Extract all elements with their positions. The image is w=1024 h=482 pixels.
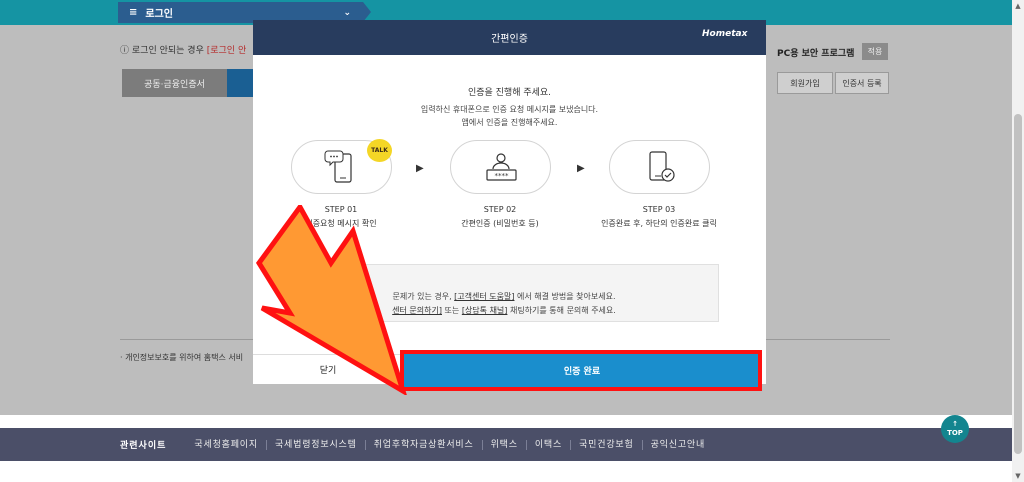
password-person-icon: **** <box>486 153 517 181</box>
menu-pill-tip <box>363 2 371 22</box>
step-arrow-icon: ▶ <box>416 163 424 174</box>
step-03-icon-box <box>609 140 710 194</box>
annotation-arrow-icon <box>255 205 407 395</box>
notice-text: 에서 해결 방법을 찾아보세요. <box>517 292 616 301</box>
phone-check-icon <box>649 151 675 182</box>
customer-center-help-link[interactable]: [고객센터 도움말] <box>454 292 514 301</box>
footer-link[interactable]: 취업후학자금상환서비스 <box>364 439 482 450</box>
pc-security-label: PC용 보안 프로그램 <box>777 49 855 59</box>
top-button-label: TOP <box>947 429 963 437</box>
scroll-up-arrow-icon[interactable]: ▲ <box>1012 0 1024 12</box>
footer-link[interactable]: 위택스 <box>481 439 526 450</box>
related-sites-footer: 관련사이트 국세청홈페이지 국세법령정보시스템 취업후학자금상환서비스 위택스 … <box>0 428 1012 461</box>
scrollbar-thumb[interactable] <box>1014 114 1022 454</box>
chevron-down-icon: ⌄ <box>343 7 351 18</box>
tab-certificate[interactable]: 공동·금융인증서 <box>122 69 227 97</box>
pc-security-apply-button[interactable]: 적용 <box>862 43 888 60</box>
svg-text:****: **** <box>495 172 510 180</box>
page-bottom <box>0 461 1012 482</box>
footer-link[interactable]: 국세법령정보시스템 <box>265 439 365 450</box>
privacy-notice: · 개인정보보호를 위하여 홈택스 서비 <box>120 353 244 362</box>
step-number: STEP 03 <box>642 205 676 214</box>
footer-link[interactable]: 이택스 <box>525 439 570 450</box>
footer-link[interactable]: 국세청홈페이지 <box>194 440 266 450</box>
step-description: 인증완료 후, 하단의 인증완료 클릭 <box>601 219 717 228</box>
scroll-top-button[interactable]: ↑ TOP <box>941 415 969 443</box>
register-certificate-button[interactable]: 인증서 등록 <box>835 72 889 94</box>
step-03-label: STEP 03 인증완료 후, 하단의 인증완료 클릭 <box>559 203 759 231</box>
arrow-up-icon: ↑ <box>952 420 958 428</box>
modal-title: 간편인증 <box>491 34 528 45</box>
footer-title: 관련사이트 <box>120 441 167 451</box>
tab-simple-auth[interactable] <box>227 69 253 97</box>
menu-label: 로그인 <box>145 9 173 20</box>
login-help-link[interactable]: [로그인 안 <box>207 46 247 56</box>
login-help-label: 로그인 안되는 경우 <box>131 46 204 56</box>
modal-heading: 인증을 진행해 주세요. <box>467 88 552 98</box>
highlight-box <box>400 350 762 391</box>
step-arrow-icon: ▶ <box>577 163 585 174</box>
modal-header: 간편인증 <box>253 20 766 55</box>
modal-subtext-line: 입력하신 휴대폰으로 인증 요청 메시지를 보냈습니다. <box>420 105 599 114</box>
chat-channel-link[interactable]: [상담톡 채널] <box>462 306 508 315</box>
kakaotalk-badge: TALK <box>367 139 392 162</box>
hometax-logo: Hometax <box>702 29 748 39</box>
modal-subtext: 입력하신 휴대폰으로 인증 요청 메시지를 보냈습니다. 앱에서 인증을 진행해… <box>253 103 766 129</box>
footer-link[interactable]: 공익신고안내 <box>641 439 713 450</box>
signup-button[interactable]: 회원가입 <box>777 72 833 94</box>
step-02-icon-box: **** <box>450 140 551 194</box>
modal-subtext-line: 앱에서 인증을 진행해주세요. <box>461 118 558 127</box>
footer-link[interactable]: 국민건강보험 <box>570 439 641 450</box>
info-icon: ⓘ <box>120 46 130 56</box>
notice-text: 채팅하기를 통해 문의해 주세요. <box>509 306 616 315</box>
hamburger-icon: ≡ <box>129 7 138 18</box>
page-gap <box>0 415 1012 428</box>
scroll-down-arrow-icon[interactable]: ▼ <box>1012 470 1024 482</box>
notice-text: 또는 <box>444 306 460 315</box>
login-help-text: ⓘ 로그인 안되는 경우 [로그인 안 <box>120 43 246 56</box>
